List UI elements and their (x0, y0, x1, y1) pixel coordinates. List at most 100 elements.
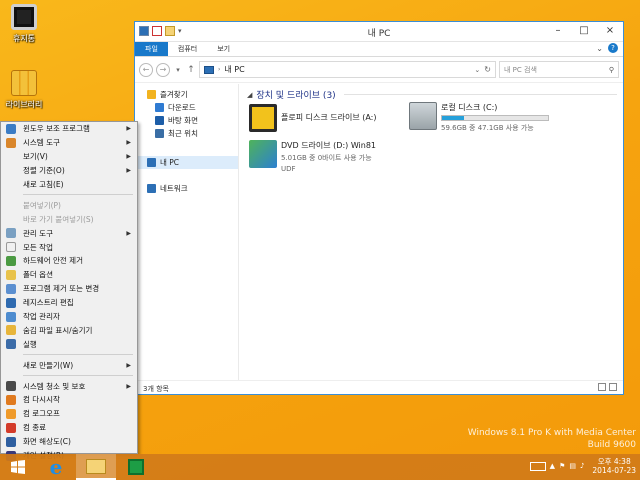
navigation-pane: 즐겨찾기 다운로드 바탕 화면 최근 위치 내 PC 네트워크 (135, 84, 239, 380)
menu-item[interactable]: 실행 (1, 337, 137, 351)
menu-item-label: 윈도우 보조 프로그램 (23, 124, 90, 134)
nav-downloads[interactable]: 다운로드 (135, 101, 238, 114)
submenu-arrow-icon: ▶ (126, 125, 131, 133)
devices-section-header[interactable]: ◢ 장치 및 드라이브 (3) (247, 88, 617, 101)
minimize-button[interactable]: – (545, 22, 571, 40)
start-button[interactable] (0, 454, 36, 480)
store-button[interactable] (116, 454, 156, 480)
menu-separator (1, 372, 137, 379)
maximize-button[interactable]: □ (571, 22, 597, 40)
clock[interactable]: 오후 4:38 2014-07-23 (592, 457, 636, 475)
taskbar: e ▲ ⚑ ▤ ♪ 오후 4:38 2014-07-23 (0, 454, 640, 480)
collapse-icon: ◢ (247, 90, 253, 99)
internet-explorer-icon: e (49, 455, 63, 479)
file-explorer-icon (86, 458, 106, 474)
menu-item[interactable]: 폴더 옵션 (1, 268, 137, 282)
nav-recent[interactable]: 최근 위치 (135, 127, 238, 140)
refresh-icon[interactable]: ↻ (484, 65, 491, 74)
search-input[interactable]: 내 PC 검색 ⚲ (499, 61, 619, 78)
tab-file[interactable]: 파일 (135, 42, 168, 56)
windows-logo-icon (11, 460, 25, 474)
submenu-arrow-icon: ▶ (126, 167, 131, 175)
address-field[interactable]: › 내 PC ⌄ ↻ (199, 61, 496, 78)
action-center-icon[interactable]: ⚑ (559, 462, 565, 470)
menu-item[interactable]: 윈도우 보조 프로그램 ▶ (1, 122, 137, 136)
tab-computer[interactable]: 컴퓨터 (168, 42, 207, 56)
menu-item[interactable]: 컴 다시시작 (1, 393, 137, 407)
network-tray-icon[interactable]: ▤ (569, 462, 576, 470)
drive-tile-dvd[interactable]: DVD 드라이브 (D:) Win81 5.01GB 중 0바이트 사용 가능 … (249, 140, 376, 173)
nav-network[interactable]: 네트워크 (135, 182, 238, 195)
menu-separator (1, 191, 137, 198)
back-button[interactable]: ← (139, 62, 153, 77)
menu-item-label: 프로그램 제거 또는 변경 (23, 284, 100, 294)
nav-this-pc[interactable]: 내 PC (135, 156, 238, 169)
keyboard-icon[interactable] (529, 461, 546, 471)
safely-remove-icon (6, 256, 16, 267)
desktop-icon-recycle-bin[interactable]: 휴지통 (2, 4, 46, 44)
menu-item[interactable]: 시스템 도구 ▶ (1, 136, 137, 150)
nav-favorites[interactable]: 즐겨찾기 (135, 88, 238, 101)
pc-icon (204, 65, 214, 74)
address-dropdown-icon[interactable]: ⌄ (474, 66, 480, 74)
up-button[interactable]: ↑ (186, 65, 196, 75)
menu-item-label: 레지스트리 편집 (23, 298, 74, 308)
floppy-drive-icon (249, 104, 277, 132)
explorer-window: ▾ 내 PC – □ × 파일 컴퓨터 보기 ⌄ ? ← → ▾ ↑ › 내 P… (134, 21, 624, 395)
menu-item[interactable]: 화면 해상도(C) (1, 435, 137, 449)
help-icon[interactable]: ? (608, 43, 618, 53)
disk-usage-bar (441, 115, 549, 121)
menu-item[interactable]: 새로 만들기(W) ▶ (1, 358, 137, 372)
ribbon-expand-icon[interactable]: ⌄ (596, 44, 603, 53)
clock-time: 오후 4:38 (597, 457, 631, 466)
submenu-arrow-icon: ▶ (126, 361, 131, 369)
show-hidden-icons[interactable]: ▲ (550, 462, 555, 470)
menu-item[interactable]: 관리 도구 ▶ (1, 226, 137, 240)
recent-places-icon (155, 129, 164, 138)
network-icon (147, 184, 156, 193)
title-bar[interactable]: ▾ 내 PC – □ × (135, 22, 623, 42)
recent-locations-icon[interactable]: ▾ (173, 66, 183, 74)
file-explorer-button[interactable] (76, 454, 116, 480)
menu-separator (1, 351, 137, 358)
menu-item[interactable]: 하드웨어 안전 제거 (1, 254, 137, 268)
menu-item[interactable]: 바로 가기 붙여넣기(S) (1, 212, 137, 226)
menu-item[interactable]: 모든 작업 (1, 240, 137, 254)
menu-item-label: 바로 가기 붙여넣기(S) (23, 214, 94, 224)
forward-button[interactable]: → (156, 62, 170, 77)
menu-item[interactable]: 프로그램 제거 또는 변경 (1, 282, 137, 296)
volume-icon[interactable]: ♪ (580, 462, 584, 470)
internet-explorer-button[interactable]: e (36, 454, 76, 480)
store-icon (128, 459, 144, 475)
menu-item-label: 새로 만들기(W) (23, 360, 74, 370)
menu-item[interactable]: 컴 로그오프 (1, 407, 137, 421)
task-manager-icon (6, 311, 16, 322)
details-view-icon[interactable] (598, 383, 606, 391)
accessories-icon (6, 124, 16, 134)
menu-item[interactable]: 레지스트리 편집 (1, 296, 137, 310)
tiles-view-icon[interactable] (609, 383, 617, 391)
menu-item[interactable]: 컴 종료 (1, 421, 137, 435)
drive-tile-floppy[interactable]: 플로피 디스크 드라이브 (A:) (249, 104, 377, 132)
menu-item[interactable]: 붙여넣기(P) (1, 198, 137, 212)
desktop-icon-library[interactable]: 라이브러리 (2, 70, 46, 110)
address-path: 내 PC (224, 65, 245, 74)
submenu-arrow-icon: ▶ (126, 229, 131, 237)
close-button[interactable]: × (597, 22, 623, 40)
menu-item[interactable]: 보기(V) ▶ (1, 150, 137, 164)
menu-item-label: 컴 로그오프 (23, 409, 60, 419)
submenu-arrow-icon: ▶ (126, 153, 131, 161)
system-tools-icon (6, 137, 16, 148)
nav-desktop[interactable]: 바탕 화면 (135, 114, 238, 127)
folder-options-icon (6, 269, 16, 280)
drive-tile-local-disk[interactable]: 로컬 디스크 (C:) 59.6GB 중 47.1GB 사용 가능 (409, 102, 549, 133)
status-bar: 3개 항목 (135, 380, 623, 394)
menu-item[interactable]: 정렬 기준(O) ▶ (1, 164, 137, 178)
menu-item[interactable]: 새로 고침(E) (1, 178, 137, 192)
menu-item[interactable]: 작업 관리자 (1, 310, 137, 324)
local-disk-icon (409, 102, 437, 130)
drive-free-space: 59.6GB 중 47.1GB 사용 가능 (441, 124, 534, 132)
menu-item[interactable]: 숨김 파일 표시/숨기기 (1, 323, 137, 337)
menu-item[interactable]: 시스템 청소 및 보호 ▶ (1, 379, 137, 393)
tab-view[interactable]: 보기 (207, 42, 240, 56)
